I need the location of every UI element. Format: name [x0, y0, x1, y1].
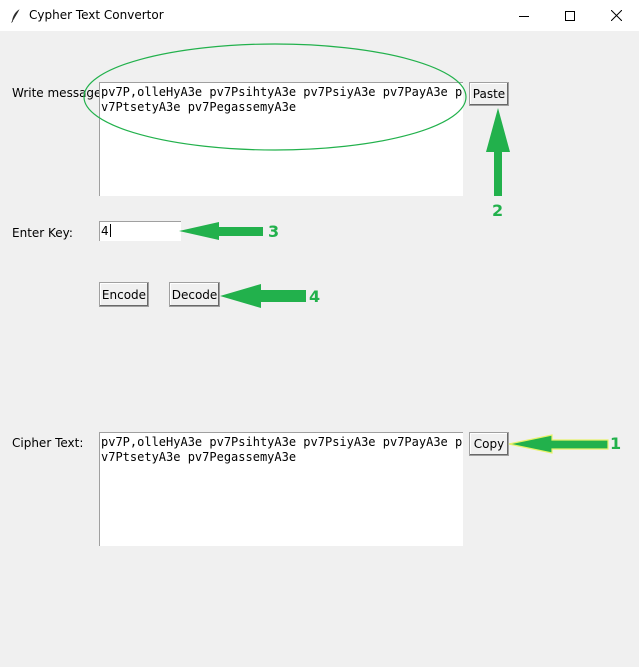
- key-entry-value: 4: [101, 224, 109, 238]
- maximize-icon: [565, 10, 575, 21]
- feather-icon: [11, 8, 21, 23]
- annotation-number-4: 4: [309, 287, 321, 306]
- annotation-number-2: 2: [492, 201, 504, 220]
- paste-button[interactable]: Paste: [469, 82, 509, 106]
- cipher-textbox[interactable]: pv7P,olleHyA3e pv7PsihtyA3e pv7PsiyA3e p…: [99, 432, 463, 546]
- key-label: Enter Key:: [12, 226, 73, 240]
- copy-button[interactable]: Copy: [469, 432, 509, 456]
- maximize-button[interactable]: [547, 0, 593, 31]
- minimize-button[interactable]: [501, 0, 547, 31]
- decode-button[interactable]: Decode: [169, 282, 220, 307]
- close-icon: [610, 10, 622, 21]
- close-button[interactable]: [593, 0, 639, 31]
- cipher-label: Cipher Text:: [12, 436, 84, 450]
- minimize-icon: [519, 15, 529, 17]
- title-bar: Cypher Text Convertor: [0, 0, 639, 31]
- arrow-2-icon: [486, 108, 510, 196]
- key-entry[interactable]: 4: [99, 221, 181, 241]
- annotation-number-3: 3: [268, 222, 280, 241]
- message-textbox[interactable]: pv7P,olleHyA3e pv7PsihtyA3e pv7PsiyA3e p…: [99, 82, 463, 196]
- encode-button[interactable]: Encode: [99, 282, 149, 307]
- message-label: Write message:: [12, 86, 106, 100]
- arrow-4-icon: [220, 284, 306, 308]
- annotation-number-1: 1: [610, 434, 622, 453]
- arrow-1-icon: [508, 434, 609, 454]
- text-caret: [109, 224, 111, 237]
- window-title: Cypher Text Convertor: [29, 8, 164, 22]
- arrow-3-icon: [179, 222, 263, 240]
